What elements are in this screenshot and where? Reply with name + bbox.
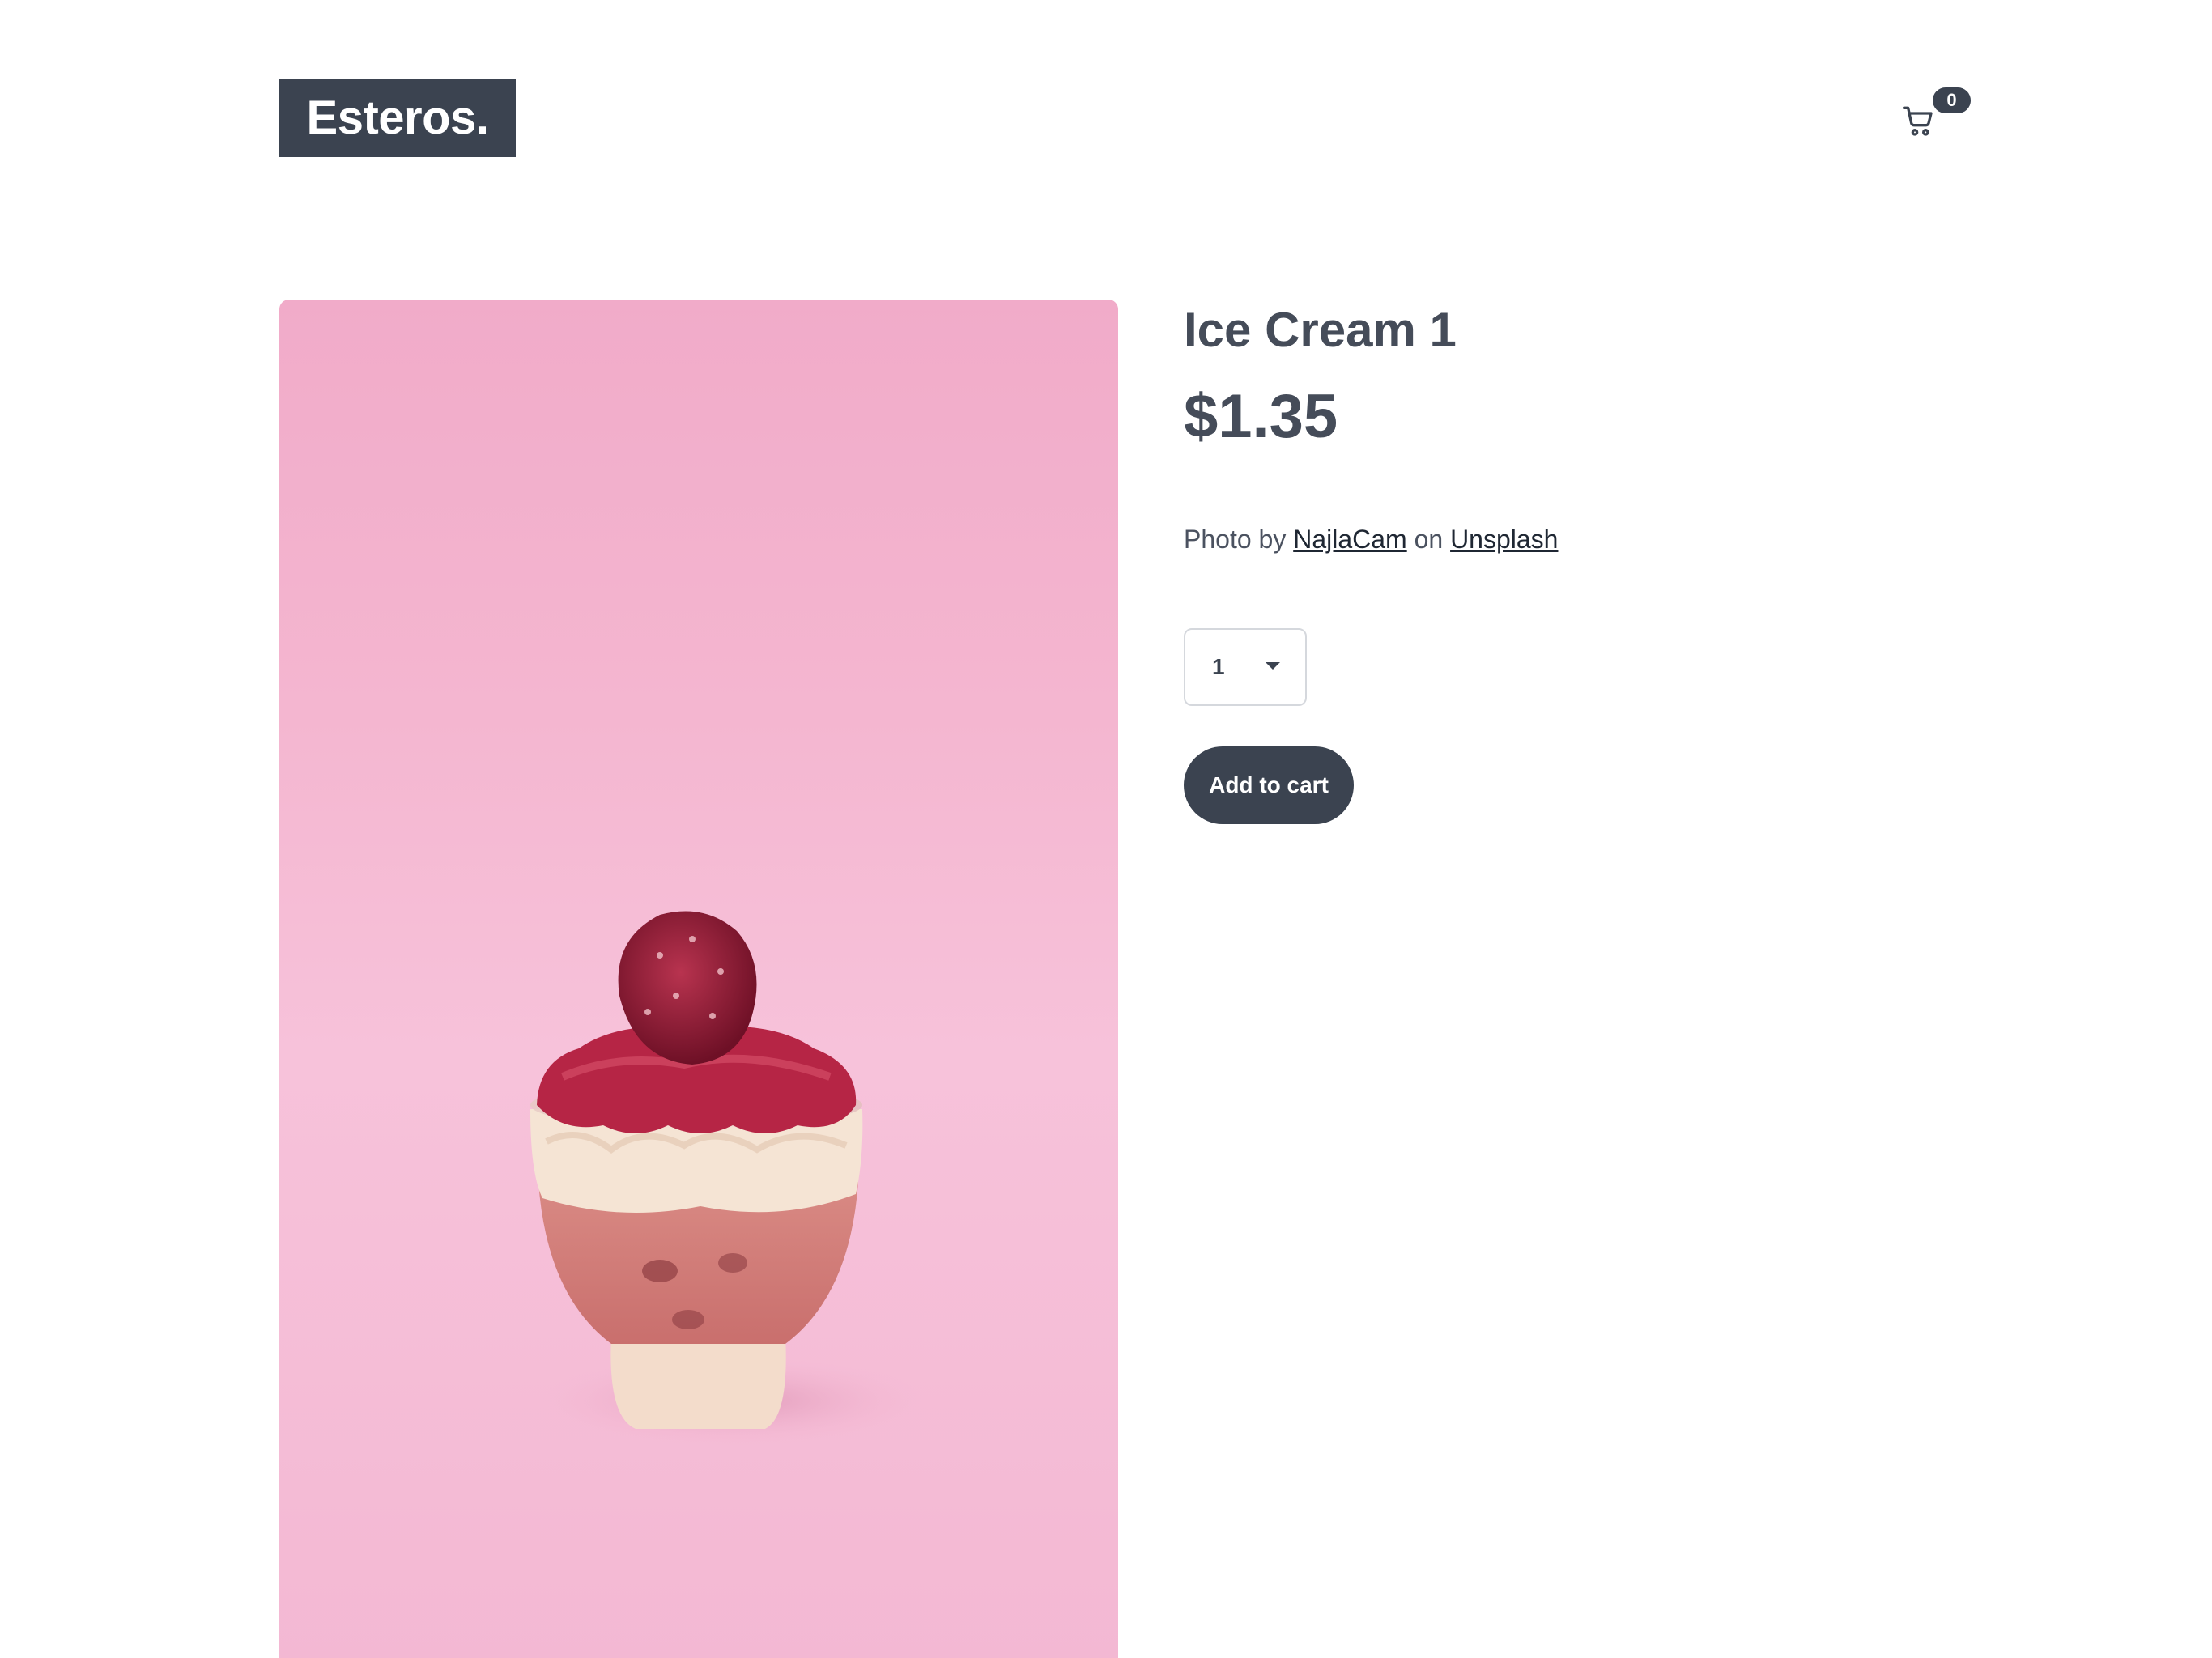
dessert-photo [530, 911, 927, 1445]
product-page: Esteros. 0 Ice Cream 1 $1.35 Photo by Na… [0, 0, 2212, 1658]
site-logo[interactable]: Esteros. [279, 79, 516, 157]
quantity-select[interactable]: 1 [1184, 628, 1307, 706]
cart-button[interactable]: 0 [1895, 87, 1971, 144]
add-to-cart-button[interactable]: Add to cart [1184, 746, 1354, 824]
quantity-value: 1 [1212, 654, 1225, 679]
cup-base [610, 1336, 786, 1429]
product-title: Ice Cream 1 [1184, 303, 1457, 357]
unsplash-link[interactable]: Unsplash [1450, 525, 1558, 554]
cart-count-badge: 0 [1933, 87, 1971, 113]
product-price: $1.35 [1184, 382, 1338, 451]
photo-credit: Photo by NajlaCam on Unsplash [1184, 520, 1558, 559]
product-image [279, 300, 1118, 1658]
shopping-cart-icon [1903, 106, 1933, 136]
author-link[interactable]: NajlaCam [1293, 525, 1406, 554]
credit-prefix: Photo by [1184, 525, 1287, 554]
credit-middle: on [1414, 525, 1444, 554]
caret-down-icon [1266, 662, 1280, 670]
